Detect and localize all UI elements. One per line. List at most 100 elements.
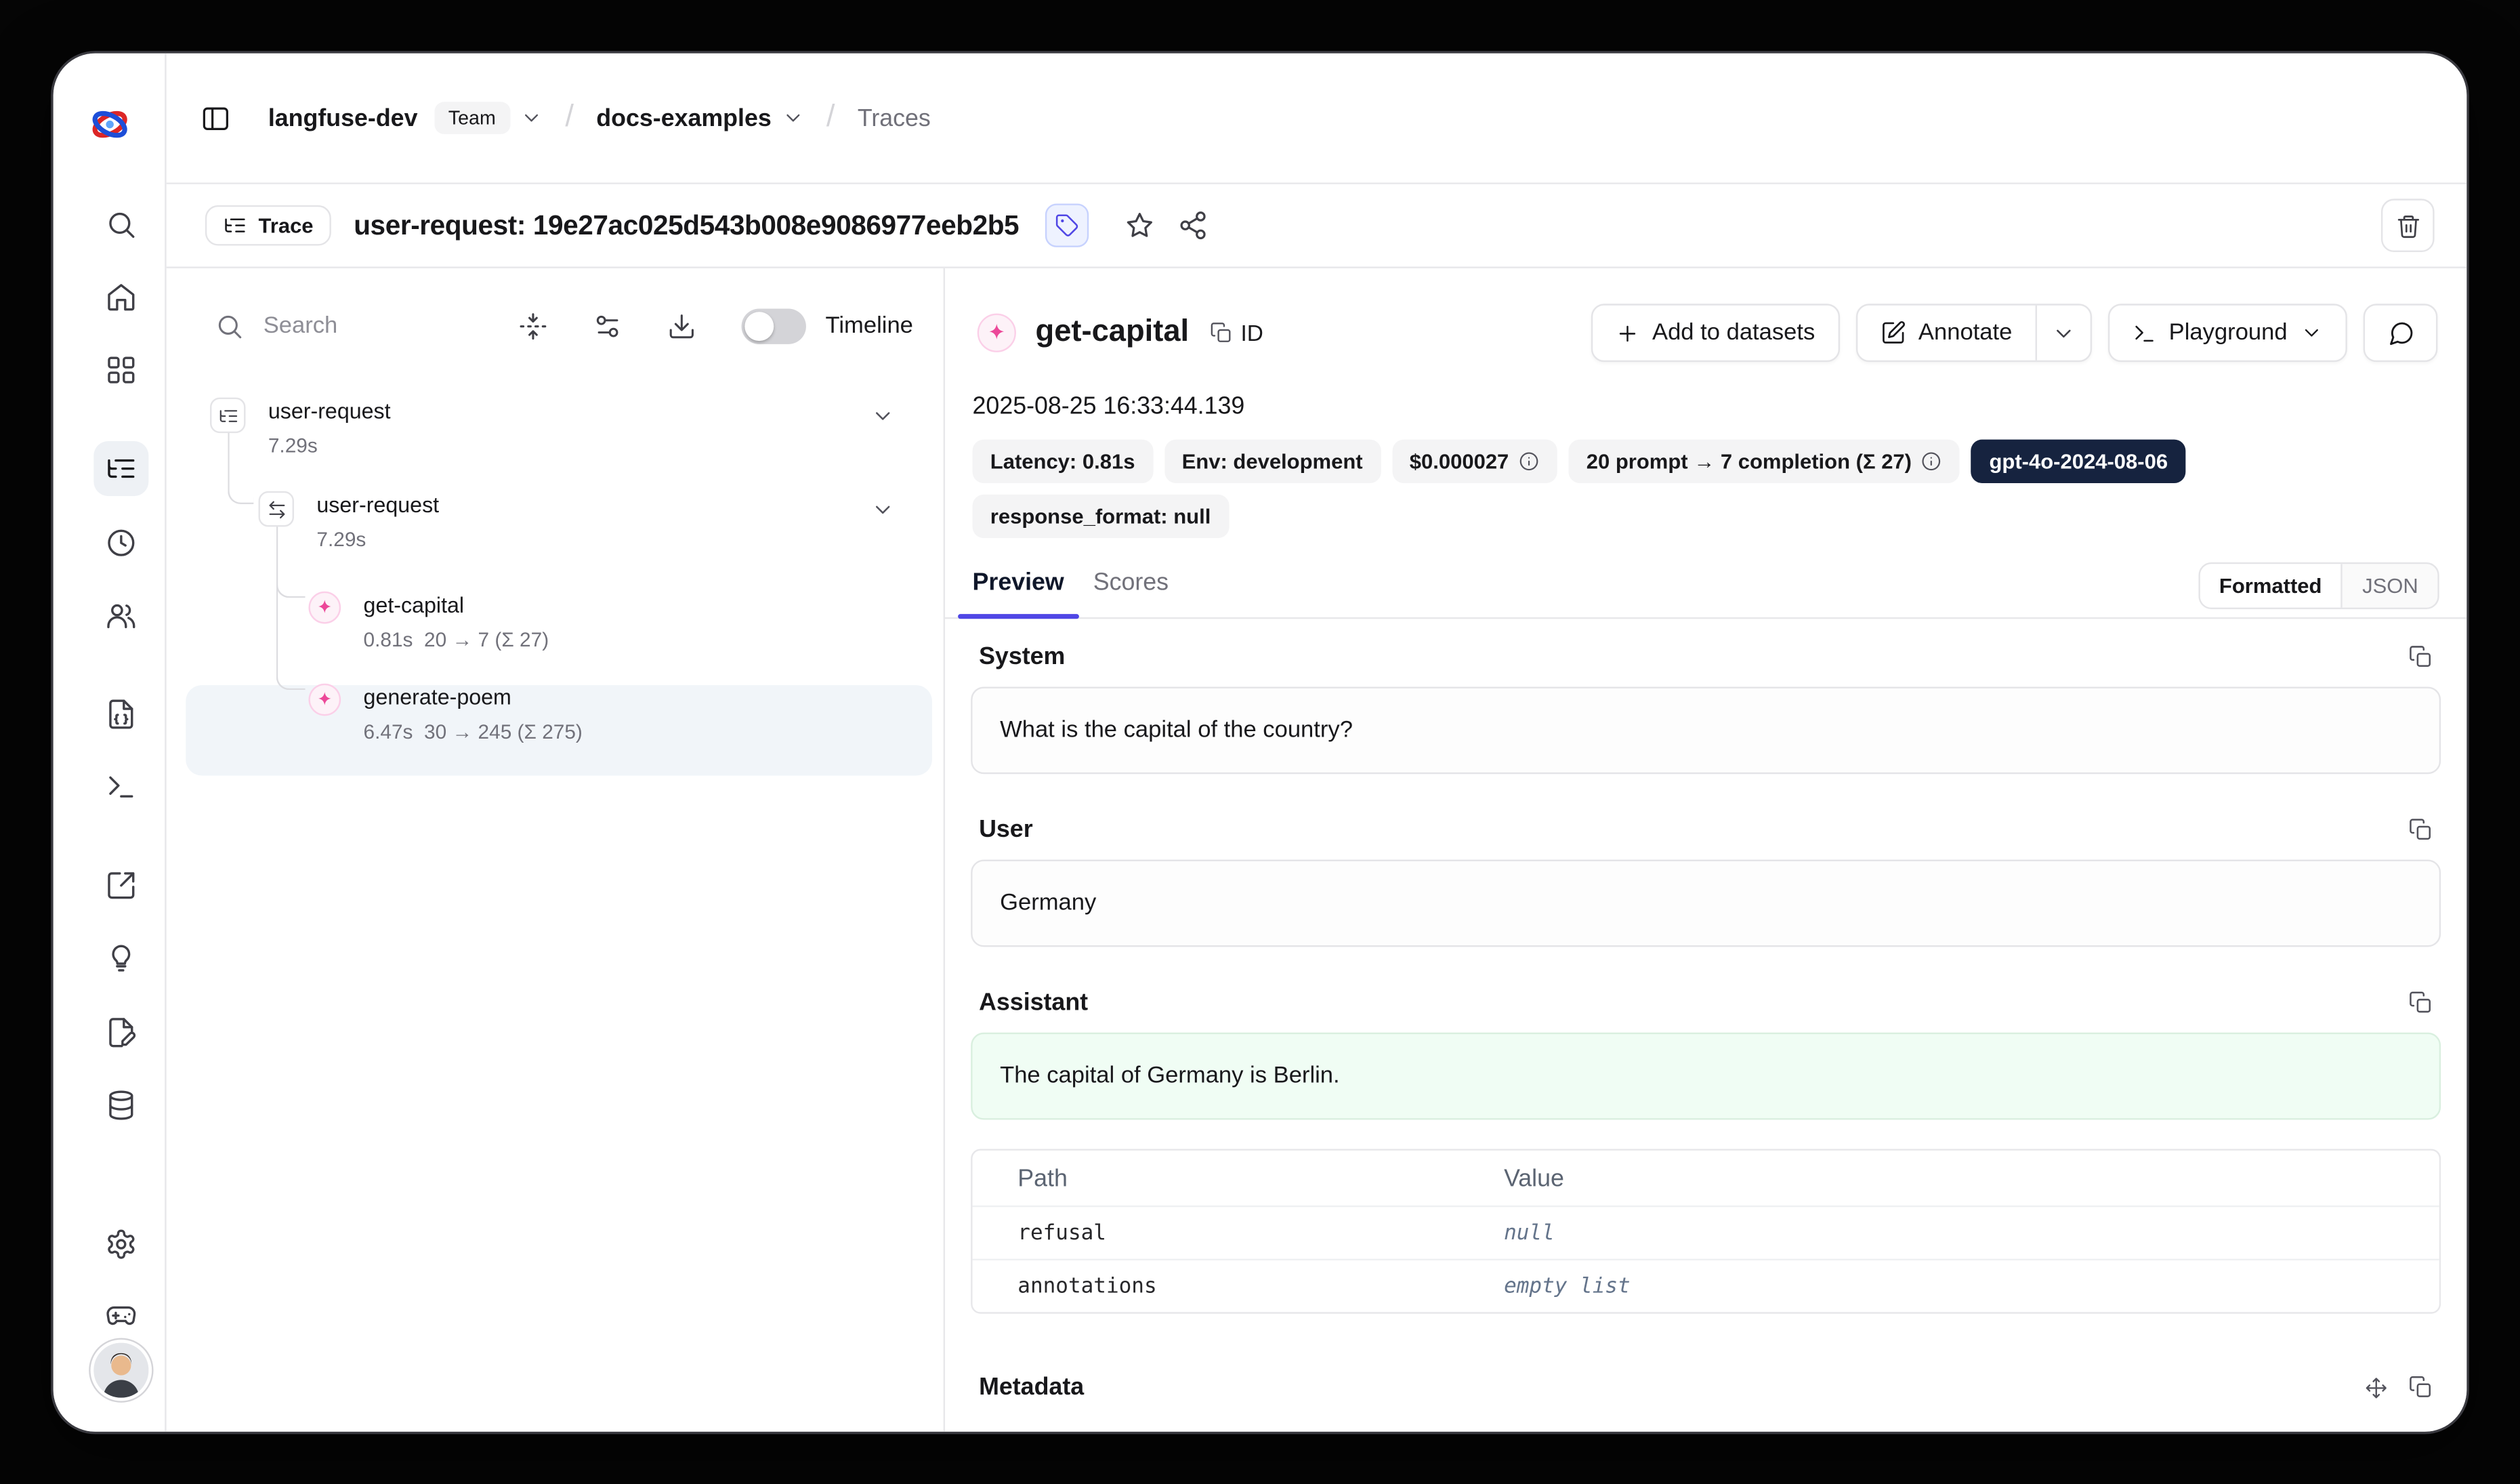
- comments-icon[interactable]: [2364, 304, 2438, 362]
- user-message-box: Germany: [971, 860, 2441, 947]
- search-icon: [215, 312, 244, 341]
- breadcrumb-project[interactable]: langfuse-dev: [268, 104, 418, 132]
- tree-connector: [276, 525, 306, 598]
- tree-settings-sliders-icon[interactable]: [593, 312, 622, 341]
- tree-node-duration: 7.29s: [268, 434, 318, 457]
- rail-prompts-icon[interactable]: [105, 942, 138, 974]
- icon-rail: [54, 54, 167, 1432]
- node-chevron-down-icon[interactable]: [870, 404, 895, 428]
- copy-icon[interactable]: [2408, 644, 2433, 669]
- user-section-header: User: [979, 816, 2433, 844]
- collapse-all-icon[interactable]: [518, 312, 547, 341]
- annotate-button[interactable]: Annotate: [1857, 306, 2034, 360]
- rail-evaluation-icon[interactable]: [105, 869, 138, 902]
- response-format-badge: response_format: null: [973, 495, 1229, 538]
- section-role-label: User: [979, 816, 1033, 844]
- badge-row: Latency: 0.81s Env: development $0.00002…: [973, 440, 2441, 538]
- model-badge[interactable]: gpt-4o-2024-08-06: [1971, 440, 2185, 483]
- tree-connector: [228, 432, 253, 504]
- trace-type-badge[interactable]: Trace: [205, 205, 331, 246]
- cost-badge[interactable]: $0.000027: [1392, 440, 1557, 483]
- system-message-text: What is the capital of the country?: [1000, 718, 1353, 743]
- rail-json-files-icon[interactable]: [105, 698, 138, 730]
- tree-node-meta: 6.47s 30 → 245 (Σ 275): [364, 721, 583, 743]
- annotate-label: Annotate: [1918, 320, 2012, 346]
- rail-playground-gamepad-icon[interactable]: [105, 1301, 138, 1334]
- rail-search-icon[interactable]: [105, 209, 138, 241]
- project-chevron-down-icon[interactable]: [520, 106, 543, 129]
- copy-icon[interactable]: [2408, 818, 2433, 842]
- format-json-option[interactable]: JSON: [2343, 564, 2437, 607]
- playground-button[interactable]: Playground: [2107, 304, 2347, 362]
- tree-node-label[interactable]: get-capital: [364, 593, 465, 617]
- tab-scores[interactable]: Scores: [1078, 569, 1183, 617]
- metadata-section-header: Metadata: [979, 1374, 2433, 1401]
- rail-datasets-icon[interactable]: [105, 1089, 138, 1121]
- tree-node-label[interactable]: user-request: [316, 493, 439, 517]
- generation-node-icon: [308, 684, 341, 716]
- add-to-datasets-button[interactable]: Add to datasets: [1591, 304, 1839, 362]
- generation-node-icon: [308, 592, 341, 624]
- system-message-box: What is the capital of the country?: [971, 686, 2441, 774]
- header-actions: Add to datasets Annotate Playground: [1591, 304, 2437, 362]
- tags-icon[interactable]: [1045, 203, 1088, 247]
- timeline-label: Timeline: [826, 314, 913, 339]
- rail-tracing-icon[interactable]: [93, 441, 148, 496]
- tree-node-label[interactable]: user-request: [268, 399, 391, 424]
- expand-move-icon[interactable]: [2365, 1376, 2387, 1398]
- assistant-section-header: Assistant: [979, 989, 2433, 1016]
- rail-sessions-icon[interactable]: [105, 527, 138, 559]
- bookmark-star-icon[interactable]: [1124, 210, 1154, 241]
- sidebar-toggle-icon[interactable]: [201, 102, 231, 133]
- section-role-label: Assistant: [979, 989, 1088, 1016]
- rail-terminal-icon[interactable]: [105, 770, 138, 803]
- delete-trace-icon[interactable]: [2381, 199, 2435, 252]
- top-header: langfuse-dev Team / docs-examples / Trac…: [167, 54, 2467, 184]
- token-usage-badge[interactable]: 20 prompt → 7 completion (Σ 27): [1569, 440, 1960, 483]
- tab-preview[interactable]: Preview: [958, 569, 1078, 617]
- observation-title: get-capital: [1036, 315, 1190, 350]
- user-message-text: Germany: [1000, 890, 1096, 916]
- latency-badge: Latency: 0.81s: [973, 440, 1153, 483]
- rail-home-icon[interactable]: [105, 281, 138, 314]
- download-icon[interactable]: [667, 312, 696, 341]
- langfuse-logo-icon[interactable]: [89, 104, 131, 146]
- toggle-knob: [744, 312, 774, 341]
- user-avatar[interactable]: [93, 1343, 148, 1398]
- breadcrumb-folder[interactable]: docs-examples: [596, 104, 771, 132]
- format-formatted-option[interactable]: Formatted: [2200, 564, 2343, 607]
- detail-header: get-capital ID Add to datasets Annotate: [978, 304, 2438, 362]
- node-chevron-down-icon[interactable]: [870, 497, 895, 522]
- rail-users-icon[interactable]: [105, 600, 138, 632]
- table-row: annotations empty list: [973, 1259, 2439, 1313]
- copy-icon[interactable]: [2408, 991, 2433, 1015]
- breadcrumb-separator-2: /: [826, 100, 835, 136]
- copy-id-button[interactable]: ID: [1210, 320, 1263, 346]
- breadcrumb-project-type-badge: Team: [434, 102, 510, 134]
- table-header-row: Path Value: [973, 1151, 2439, 1205]
- annotate-chevron-down-icon[interactable]: [2035, 306, 2090, 360]
- search-input[interactable]: [264, 314, 474, 339]
- folder-chevron-down-icon[interactable]: [781, 106, 803, 129]
- breadcrumb-page: Traces: [858, 104, 931, 132]
- rail-annotation-icon[interactable]: [105, 1016, 138, 1049]
- copy-icon[interactable]: [2408, 1375, 2433, 1399]
- stage: langfuse-dev Team / docs-examples / Trac…: [0, 0, 2520, 1484]
- playground-label: Playground: [2169, 320, 2288, 346]
- format-toggle: Formatted JSON: [2198, 562, 2439, 609]
- table-header-value: Value: [1458, 1164, 2439, 1192]
- rail-settings-gear-icon[interactable]: [105, 1228, 138, 1260]
- playground-chevron-down-icon: [2301, 322, 2323, 344]
- detail-tabs: Preview Scores Formatted JSON: [945, 559, 2466, 619]
- tree-node-label[interactable]: generate-poem: [364, 685, 511, 709]
- share-icon[interactable]: [1177, 210, 1208, 241]
- tree-node-duration: 7.29s: [316, 529, 366, 551]
- info-icon: [1921, 451, 1942, 472]
- metadata-label: Metadata: [979, 1374, 1084, 1401]
- app-window: langfuse-dev Team / docs-examples / Trac…: [54, 54, 2467, 1432]
- rail-dashboard-icon[interactable]: [105, 354, 138, 386]
- tree-body: user-request 7.29s user-request 7.29s ge…: [167, 385, 944, 1432]
- table-cell-value: null: [1458, 1221, 2439, 1245]
- timeline-toggle[interactable]: [742, 308, 806, 344]
- table-cell-value: empty list: [1458, 1274, 2439, 1298]
